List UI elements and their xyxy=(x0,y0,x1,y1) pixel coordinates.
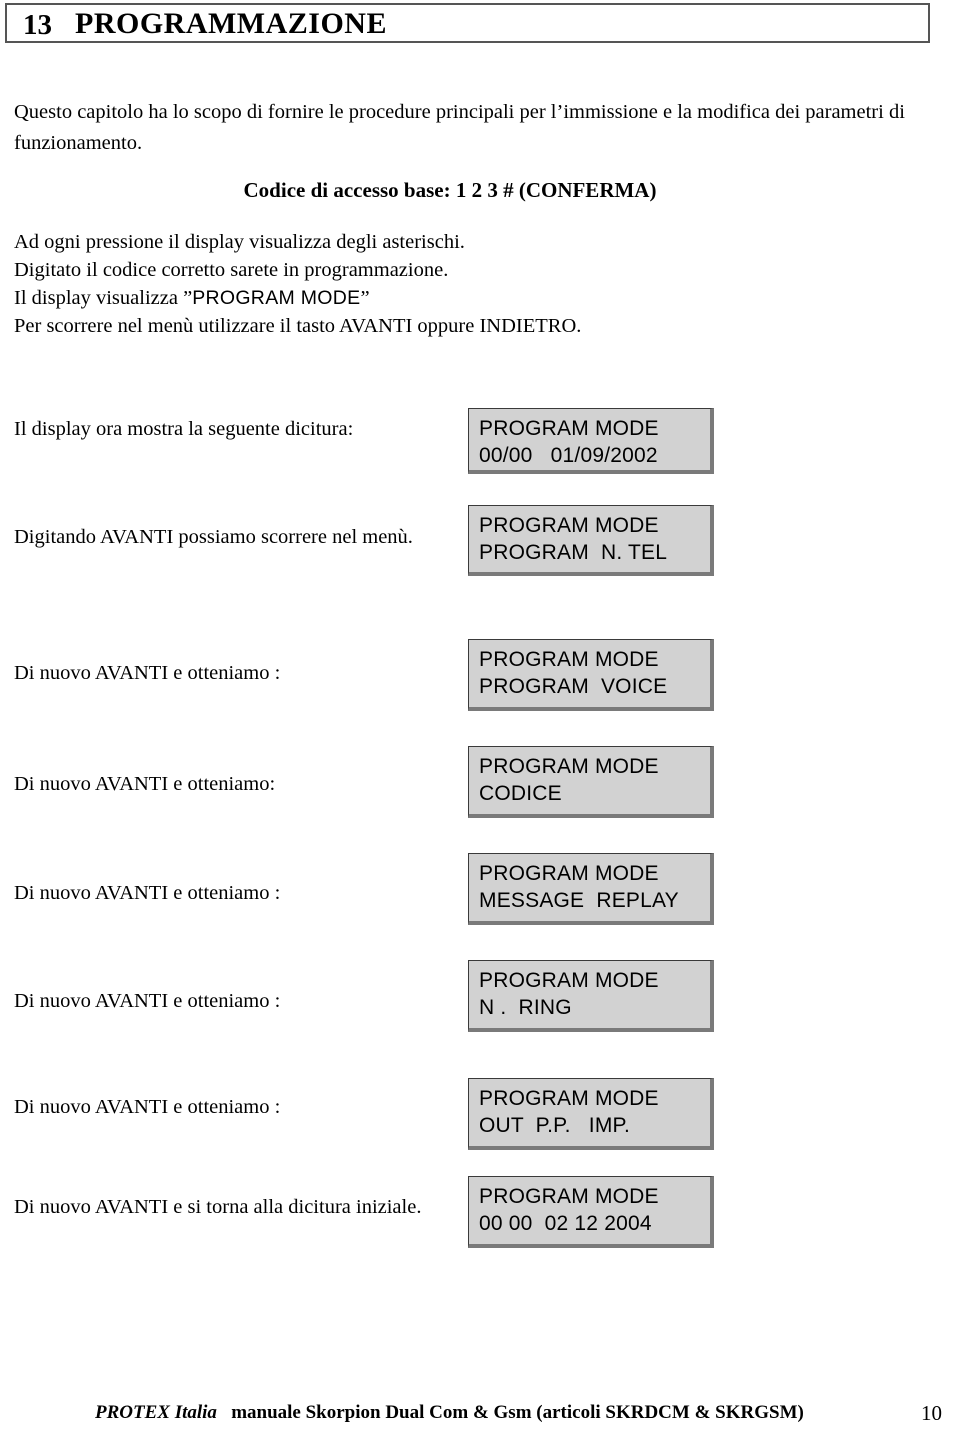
row-caption: Di nuovo AVANTI e si torna alla dicitura… xyxy=(14,1196,422,1218)
lcd-line-2: MESSAGE REPLAY xyxy=(479,889,679,912)
row-caption: Di nuovo AVANTI e otteniamo : xyxy=(14,882,281,904)
lcd-line-2: 00/00 01/09/2002 xyxy=(479,444,658,467)
chapter-header-box: 13 PROGRAMMAZIONE xyxy=(5,3,930,43)
lcd-display: PROGRAM MODE CODICE xyxy=(468,746,714,818)
page-number: 10 xyxy=(921,1401,942,1425)
lcd-display: PROGRAM MODE 00 00 02 12 2004 xyxy=(468,1176,714,1248)
lcd-line-2: CODICE xyxy=(479,782,562,805)
step-line-3-prefix: Il display visualizza ” xyxy=(14,287,193,309)
page-title: PROGRAMMAZIONE xyxy=(75,7,387,40)
lcd-line-1: PROGRAM MODE xyxy=(479,1185,659,1208)
lcd-line-1: PROGRAM MODE xyxy=(479,862,659,885)
row-caption: Di nuovo AVANTI e otteniamo : xyxy=(14,662,281,684)
lcd-line-1: PROGRAM MODE xyxy=(479,648,659,671)
footer-text: PROTEX Italia manuale Skorpion Dual Com … xyxy=(95,1400,804,1426)
row-caption: Digitando AVANTI possiamo scorrere nel m… xyxy=(14,526,413,548)
row-caption: Il display ora mostra la seguente dicitu… xyxy=(14,418,354,440)
row-caption: Di nuovo AVANTI e otteniamo: xyxy=(14,773,276,795)
lcd-line-1: PROGRAM MODE xyxy=(479,514,659,537)
steps-block: Ad ogni pressione il display visualizza … xyxy=(14,228,774,340)
lcd-line-1: PROGRAM MODE xyxy=(479,969,659,992)
lcd-display: PROGRAM MODE OUT P.P. IMP. xyxy=(468,1078,714,1150)
step-line-3-suffix: ” xyxy=(360,287,370,309)
row-caption: Di nuovo AVANTI e otteniamo : xyxy=(14,990,281,1012)
lcd-display: PROGRAM MODE 00/00 01/09/2002 xyxy=(468,408,714,474)
step-line-3-lcd-text: PROGRAM MODE xyxy=(192,287,361,309)
access-code-line: Codice di accesso base: 1 2 3 # (CONFERM… xyxy=(243,178,657,202)
chapter-number: 13 xyxy=(23,9,52,41)
lcd-display: PROGRAM MODE PROGRAM VOICE xyxy=(468,639,714,711)
intro-paragraph: Questo capitolo ha lo scopo di fornire l… xyxy=(14,101,905,154)
lcd-line-2: PROGRAM N. TEL xyxy=(479,541,668,564)
lcd-display: PROGRAM MODE MESSAGE REPLAY xyxy=(468,853,714,925)
lcd-line-1: PROGRAM MODE xyxy=(479,1087,659,1110)
row-caption: Di nuovo AVANTI e otteniamo : xyxy=(14,1096,281,1118)
step-line-1: Ad ogni pressione il display visualizza … xyxy=(14,231,465,253)
lcd-line-1: PROGRAM MODE xyxy=(479,417,659,440)
page-footer: PROTEX Italia manuale Skorpion Dual Com … xyxy=(0,1400,960,1430)
step-line-4: Per scorrere nel menù utilizzare il tast… xyxy=(14,315,582,337)
lcd-line-2: 00 00 02 12 2004 xyxy=(479,1212,652,1235)
step-line-3: Il display visualizza ”PROGRAM MODE” xyxy=(14,284,774,312)
lcd-line-1: PROGRAM MODE xyxy=(479,755,659,778)
footer-manual-text: manuale Skorpion Dual Com & Gsm (articol… xyxy=(231,1402,804,1423)
lcd-line-2: OUT P.P. IMP. xyxy=(479,1114,631,1137)
lcd-display: PROGRAM MODE N . RING xyxy=(468,960,714,1032)
lcd-line-2: N . RING xyxy=(479,996,572,1019)
lcd-display: PROGRAM MODE PROGRAM N. TEL xyxy=(468,505,714,576)
lcd-line-2: PROGRAM VOICE xyxy=(479,675,668,698)
step-line-2: Digitato il codice corretto sarete in pr… xyxy=(14,259,449,281)
footer-brand: PROTEX Italia xyxy=(95,1402,217,1423)
